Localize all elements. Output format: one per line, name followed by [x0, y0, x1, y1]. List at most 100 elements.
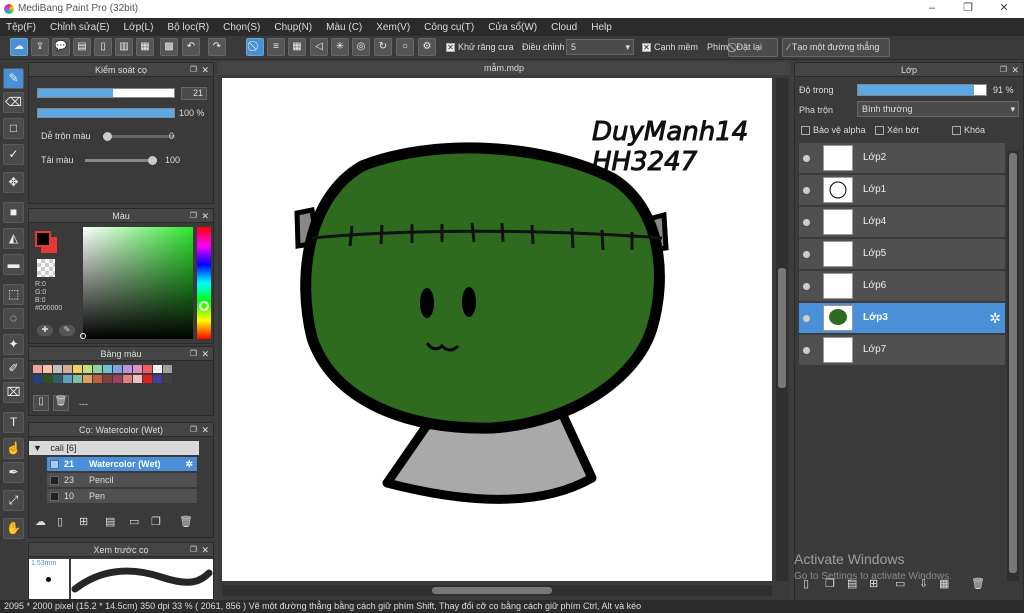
- maximize-icon[interactable]: ❐: [190, 63, 197, 77]
- snap-perspective-icon[interactable]: ◁: [310, 38, 328, 56]
- close-icon[interactable]: ✕: [201, 347, 209, 361]
- maximize-icon[interactable]: ❐: [190, 347, 197, 361]
- palette-swatch[interactable]: [63, 365, 72, 373]
- snap-curve-icon[interactable]: ↻: [374, 38, 392, 56]
- blend-mode-select[interactable]: Bình thường ▾: [857, 101, 1019, 117]
- close-icon[interactable]: ✕: [201, 423, 209, 437]
- snap-circle-icon[interactable]: ◎: [352, 38, 370, 56]
- select-tool-icon[interactable]: ⬚: [3, 284, 24, 305]
- bucket-tool-icon[interactable]: ◭: [3, 228, 24, 249]
- layers-icon[interactable]: ▥: [115, 38, 133, 56]
- horizontal-scrollbar[interactable]: [222, 585, 772, 596]
- snap-off-icon[interactable]: ⃠: [246, 38, 264, 56]
- visibility-icon[interactable]: [803, 347, 810, 354]
- palette-swatch[interactable]: [93, 375, 102, 383]
- palette-swatch[interactable]: [143, 365, 152, 373]
- brush-item-pencil[interactable]: 23 Pencil: [47, 473, 197, 488]
- brush-tool-icon[interactable]: ✎: [3, 68, 24, 89]
- palette-swatch[interactable]: [43, 365, 52, 373]
- rectangle-tool-icon[interactable]: □: [3, 118, 24, 139]
- brush-item-pen[interactable]: 10 Pen: [47, 489, 197, 504]
- vertical-scrollbar[interactable]: [776, 78, 788, 581]
- visibility-icon[interactable]: [803, 187, 810, 194]
- minimize-button[interactable]: –: [914, 0, 950, 18]
- close-icon[interactable]: ✕: [201, 543, 209, 557]
- protect-alpha-checkbox[interactable]: Bảo vệ alpha: [801, 125, 866, 136]
- palette-swatch[interactable]: [113, 365, 122, 373]
- menu-edit[interactable]: Chỉnh sửa(E): [50, 22, 110, 33]
- clipping-checkbox[interactable]: Xén bớt: [875, 125, 919, 136]
- palette-swatch[interactable]: [33, 365, 42, 373]
- menu-cloud[interactable]: Cloud: [551, 22, 577, 33]
- gear-icon[interactable]: ✲: [989, 310, 1001, 327]
- snap-ellipse-icon[interactable]: ○: [396, 38, 414, 56]
- lasso-tool-icon[interactable]: ◌: [3, 308, 24, 329]
- layer-scroll-thumb[interactable]: [1009, 153, 1017, 573]
- brush-settings-icon[interactable]: ▤: [105, 515, 115, 528]
- menu-layer[interactable]: Lớp(L): [124, 22, 154, 33]
- visibility-icon[interactable]: [803, 315, 810, 322]
- dropper-tool-icon[interactable]: ✒: [3, 462, 24, 483]
- straight-line-button[interactable]: ∕ Tạo một đường thẳng: [782, 38, 890, 57]
- vertical-scroll-thumb[interactable]: [778, 268, 786, 388]
- palette-swatch[interactable]: [133, 375, 142, 383]
- snap-parallel-icon[interactable]: ≡: [267, 38, 285, 56]
- maximize-button[interactable]: ❐: [950, 0, 986, 18]
- layer-row[interactable]: Lớp4: [799, 207, 1005, 238]
- snap-radial-icon[interactable]: ✳: [331, 38, 349, 56]
- menu-tools[interactable]: Công cụ(T): [424, 22, 474, 33]
- palette-swatch[interactable]: [73, 365, 82, 373]
- new-palette-icon[interactable]: ▯: [33, 395, 49, 411]
- layer-row[interactable]: Lớp7: [799, 335, 1005, 366]
- close-icon[interactable]: ✕: [201, 63, 209, 77]
- palette-swatch[interactable]: [153, 375, 162, 383]
- snap-grid-icon[interactable]: ▦: [288, 38, 306, 56]
- share-icon[interactable]: ⇪: [31, 38, 49, 56]
- magic-wand-icon[interactable]: ✦: [3, 334, 24, 355]
- close-icon[interactable]: ✕: [1011, 63, 1019, 77]
- lock-checkbox[interactable]: Khóa: [952, 125, 985, 136]
- cloud-download-icon[interactable]: ☁: [35, 515, 46, 528]
- palette-swatch[interactable]: [63, 375, 72, 383]
- palette-swatch[interactable]: [103, 365, 112, 373]
- picker-cursor[interactable]: [80, 333, 86, 339]
- select-eraser-icon[interactable]: ⌧: [3, 382, 24, 403]
- layer-row[interactable]: Lớp5: [799, 239, 1005, 270]
- text-tool-icon[interactable]: T: [3, 412, 24, 433]
- adjust-combo[interactable]: 5 ▾: [566, 39, 634, 55]
- document-tab[interactable]: mẫm.mdp: [218, 62, 790, 75]
- select-pen-icon[interactable]: ✐: [3, 358, 24, 379]
- palette-add-icon[interactable]: ✚: [37, 325, 53, 336]
- operation-tool-icon[interactable]: ☝: [3, 438, 24, 459]
- folder-icon[interactable]: ▭: [129, 515, 139, 528]
- menu-window[interactable]: Cửa sổ(W): [488, 22, 537, 33]
- palette-swatch[interactable]: [83, 365, 92, 373]
- foreground-color-swatch[interactable]: [35, 231, 51, 247]
- antialias-checkbox[interactable]: ✕ Khử răng cưa: [446, 42, 514, 53]
- refill-slider[interactable]: [85, 156, 157, 165]
- palette-swatch[interactable]: [123, 365, 132, 373]
- horizontal-scroll-thumb[interactable]: [432, 587, 552, 594]
- visibility-icon[interactable]: [803, 283, 810, 290]
- close-icon[interactable]: ✕: [201, 209, 209, 223]
- maximize-icon[interactable]: ❐: [1000, 63, 1007, 77]
- grid-icon[interactable]: ▩: [160, 38, 178, 56]
- add-brush-icon[interactable]: ⊞: [79, 515, 88, 528]
- menu-view[interactable]: Xem(V): [376, 22, 410, 33]
- new-brush-icon[interactable]: ▯: [57, 515, 63, 528]
- palette-edit-icon[interactable]: ✎: [59, 325, 75, 336]
- undo-icon[interactable]: ↶: [182, 38, 200, 56]
- palette-swatch[interactable]: [163, 375, 172, 383]
- gradient-tool-icon[interactable]: ▬: [3, 254, 24, 275]
- close-button[interactable]: ✕: [986, 0, 1022, 18]
- palette-swatch[interactable]: [123, 375, 132, 383]
- visibility-icon[interactable]: [803, 219, 810, 226]
- layer-row[interactable]: Lớp6: [799, 271, 1005, 302]
- panel-icon[interactable]: ▤: [73, 38, 91, 56]
- page-icon[interactable]: ▯: [94, 38, 112, 56]
- palette-swatch[interactable]: [143, 375, 152, 383]
- cloud-icon[interactable]: ☁: [10, 38, 28, 56]
- hand-tool-icon[interactable]: ✋: [3, 518, 24, 539]
- slider-handle[interactable]: [148, 156, 157, 165]
- palette-swatch[interactable]: [93, 365, 102, 373]
